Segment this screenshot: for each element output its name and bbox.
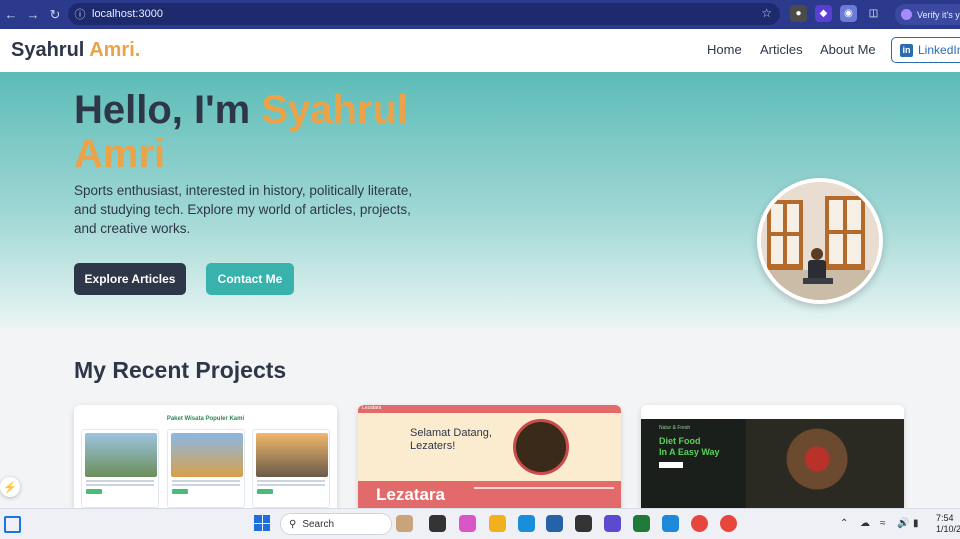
food-image	[746, 419, 904, 508]
mini-package-card	[81, 429, 159, 508]
nav-articles[interactable]: Articles	[760, 42, 803, 57]
card-logo: Lezatara	[376, 485, 445, 504]
projects-section-title: My Recent Projects	[74, 357, 287, 383]
puzzle-extensions-icon[interactable]: ◫	[865, 5, 882, 22]
edge-icon[interactable]	[518, 515, 535, 532]
project-card-travel[interactable]: Paket Wisata Populer Kami	[74, 405, 337, 508]
extension-icon[interactable]: ◆	[815, 5, 832, 22]
volume-icon[interactable]: 🔊	[897, 518, 909, 529]
card-topbar	[358, 405, 621, 413]
weather-widget-icon[interactable]	[396, 515, 413, 532]
address-bar[interactable]: ⓘ localhost:3000 ☆	[68, 3, 780, 25]
clock-date: 1/10/20	[936, 524, 960, 534]
xbox-icon[interactable]	[633, 515, 650, 532]
profile-avatar-icon	[901, 9, 912, 20]
windows-taskbar: ⚲ Search ⌃ ☁ ≈ 🔊 ▮ 7:54 1/10/20	[0, 508, 960, 539]
project-card-diet-food[interactable]: Natur & Fresh Diet Food In A Easy Way	[641, 405, 904, 508]
profile-chip[interactable]: Verify it's you	[895, 4, 960, 25]
profile-photo	[757, 178, 883, 304]
card-label: Natur & Fresh	[659, 425, 691, 431]
linkedin-button[interactable]: in LinkedIn	[891, 37, 960, 63]
card-greeting: Selamat Datang, Lezaters!	[410, 427, 492, 452]
search-icon: ⚲	[289, 518, 297, 530]
contact-me-button[interactable]: Contact Me	[206, 263, 294, 295]
wifi-icon[interactable]: ≈	[880, 518, 886, 529]
lightning-icon[interactable]: ⚡	[0, 477, 20, 497]
package-thumbnail	[85, 433, 157, 477]
mini-package-card	[252, 429, 330, 508]
copilot-icon[interactable]	[459, 515, 476, 532]
extensions-area: ● ◆ ◉ ◫	[790, 5, 882, 22]
forward-icon[interactable]: →	[22, 4, 44, 26]
clock[interactable]: 7:54 1/10/20	[936, 513, 960, 535]
package-thumbnail	[171, 433, 243, 477]
clock-time: 7:54	[936, 513, 954, 523]
app-icon[interactable]	[575, 515, 592, 532]
browser-toolbar: ← → ↻ ⓘ localhost:3000 ☆ ● ◆ ◉ ◫ Verify …	[0, 0, 960, 29]
reload-icon[interactable]: ↻	[44, 4, 66, 26]
card-site-header	[641, 405, 904, 419]
project-card-lezatara[interactable]: Lezatara Selamat Datang, Lezaters! Lezat…	[358, 405, 621, 508]
profile-photo-illustration	[761, 182, 879, 300]
widgets-icon[interactable]	[4, 516, 21, 533]
screenshot-extension-icon[interactable]: ◉	[840, 5, 857, 22]
store-icon[interactable]	[546, 515, 563, 532]
site-logo[interactable]: Syahrul Amri.	[11, 39, 140, 62]
package-thumbnail	[256, 433, 328, 477]
card-cta	[659, 462, 683, 468]
task-view-icon[interactable]	[429, 515, 446, 532]
hero-description: Sports enthusiast, interested in history…	[74, 183, 413, 236]
vscode-icon[interactable]	[662, 515, 679, 532]
card-headline: Diet Food In A Easy Way	[659, 436, 720, 457]
back-icon[interactable]: ←	[0, 4, 22, 26]
card-heading: Paket Wisata Populer Kami	[166, 416, 245, 422]
linkedin-label: LinkedIn	[918, 43, 960, 57]
start-button[interactable]	[254, 515, 270, 531]
linkedin-icon: in	[900, 43, 913, 57]
taskbar-search[interactable]: ⚲ Search	[280, 513, 392, 535]
site-info-icon[interactable]: ⓘ	[68, 6, 92, 22]
file-explorer-icon[interactable]	[489, 515, 506, 532]
nav-about-me[interactable]: About Me	[820, 42, 876, 57]
logo-main: Syahrul	[11, 39, 85, 61]
hero-title: Hello, I'm Syahrul Amri	[74, 88, 494, 176]
search-label: Search	[302, 518, 335, 530]
site-header: Syahrul Amri. Home Articles About Me in …	[0, 29, 960, 72]
food-plate-image	[513, 419, 569, 475]
battery-icon[interactable]: ▮	[913, 518, 919, 529]
chrome-icon[interactable]	[720, 515, 737, 532]
chrome-icon[interactable]	[691, 515, 708, 532]
profile-text: Verify it's you	[917, 9, 960, 20]
explore-articles-button[interactable]: Explore Articles	[74, 263, 186, 295]
network-cloud-icon[interactable]: ☁	[860, 518, 870, 529]
url-text: localhost:3000	[92, 8, 163, 20]
nav-home[interactable]: Home	[707, 42, 742, 57]
chevron-up-icon[interactable]: ⌃	[840, 518, 848, 529]
hero-title-prefix: Hello, I'm	[74, 88, 251, 132]
logo-accent: Amri.	[89, 39, 141, 61]
extension-icon[interactable]: ●	[790, 5, 807, 22]
card-brand: Lezatara	[362, 405, 382, 411]
mini-package-card	[167, 429, 245, 508]
hero-section: Hello, I'm Syahrul Amri Sports enthusias…	[0, 72, 960, 328]
app-icon[interactable]	[604, 515, 621, 532]
bookmark-star-icon[interactable]: ☆	[761, 6, 772, 20]
